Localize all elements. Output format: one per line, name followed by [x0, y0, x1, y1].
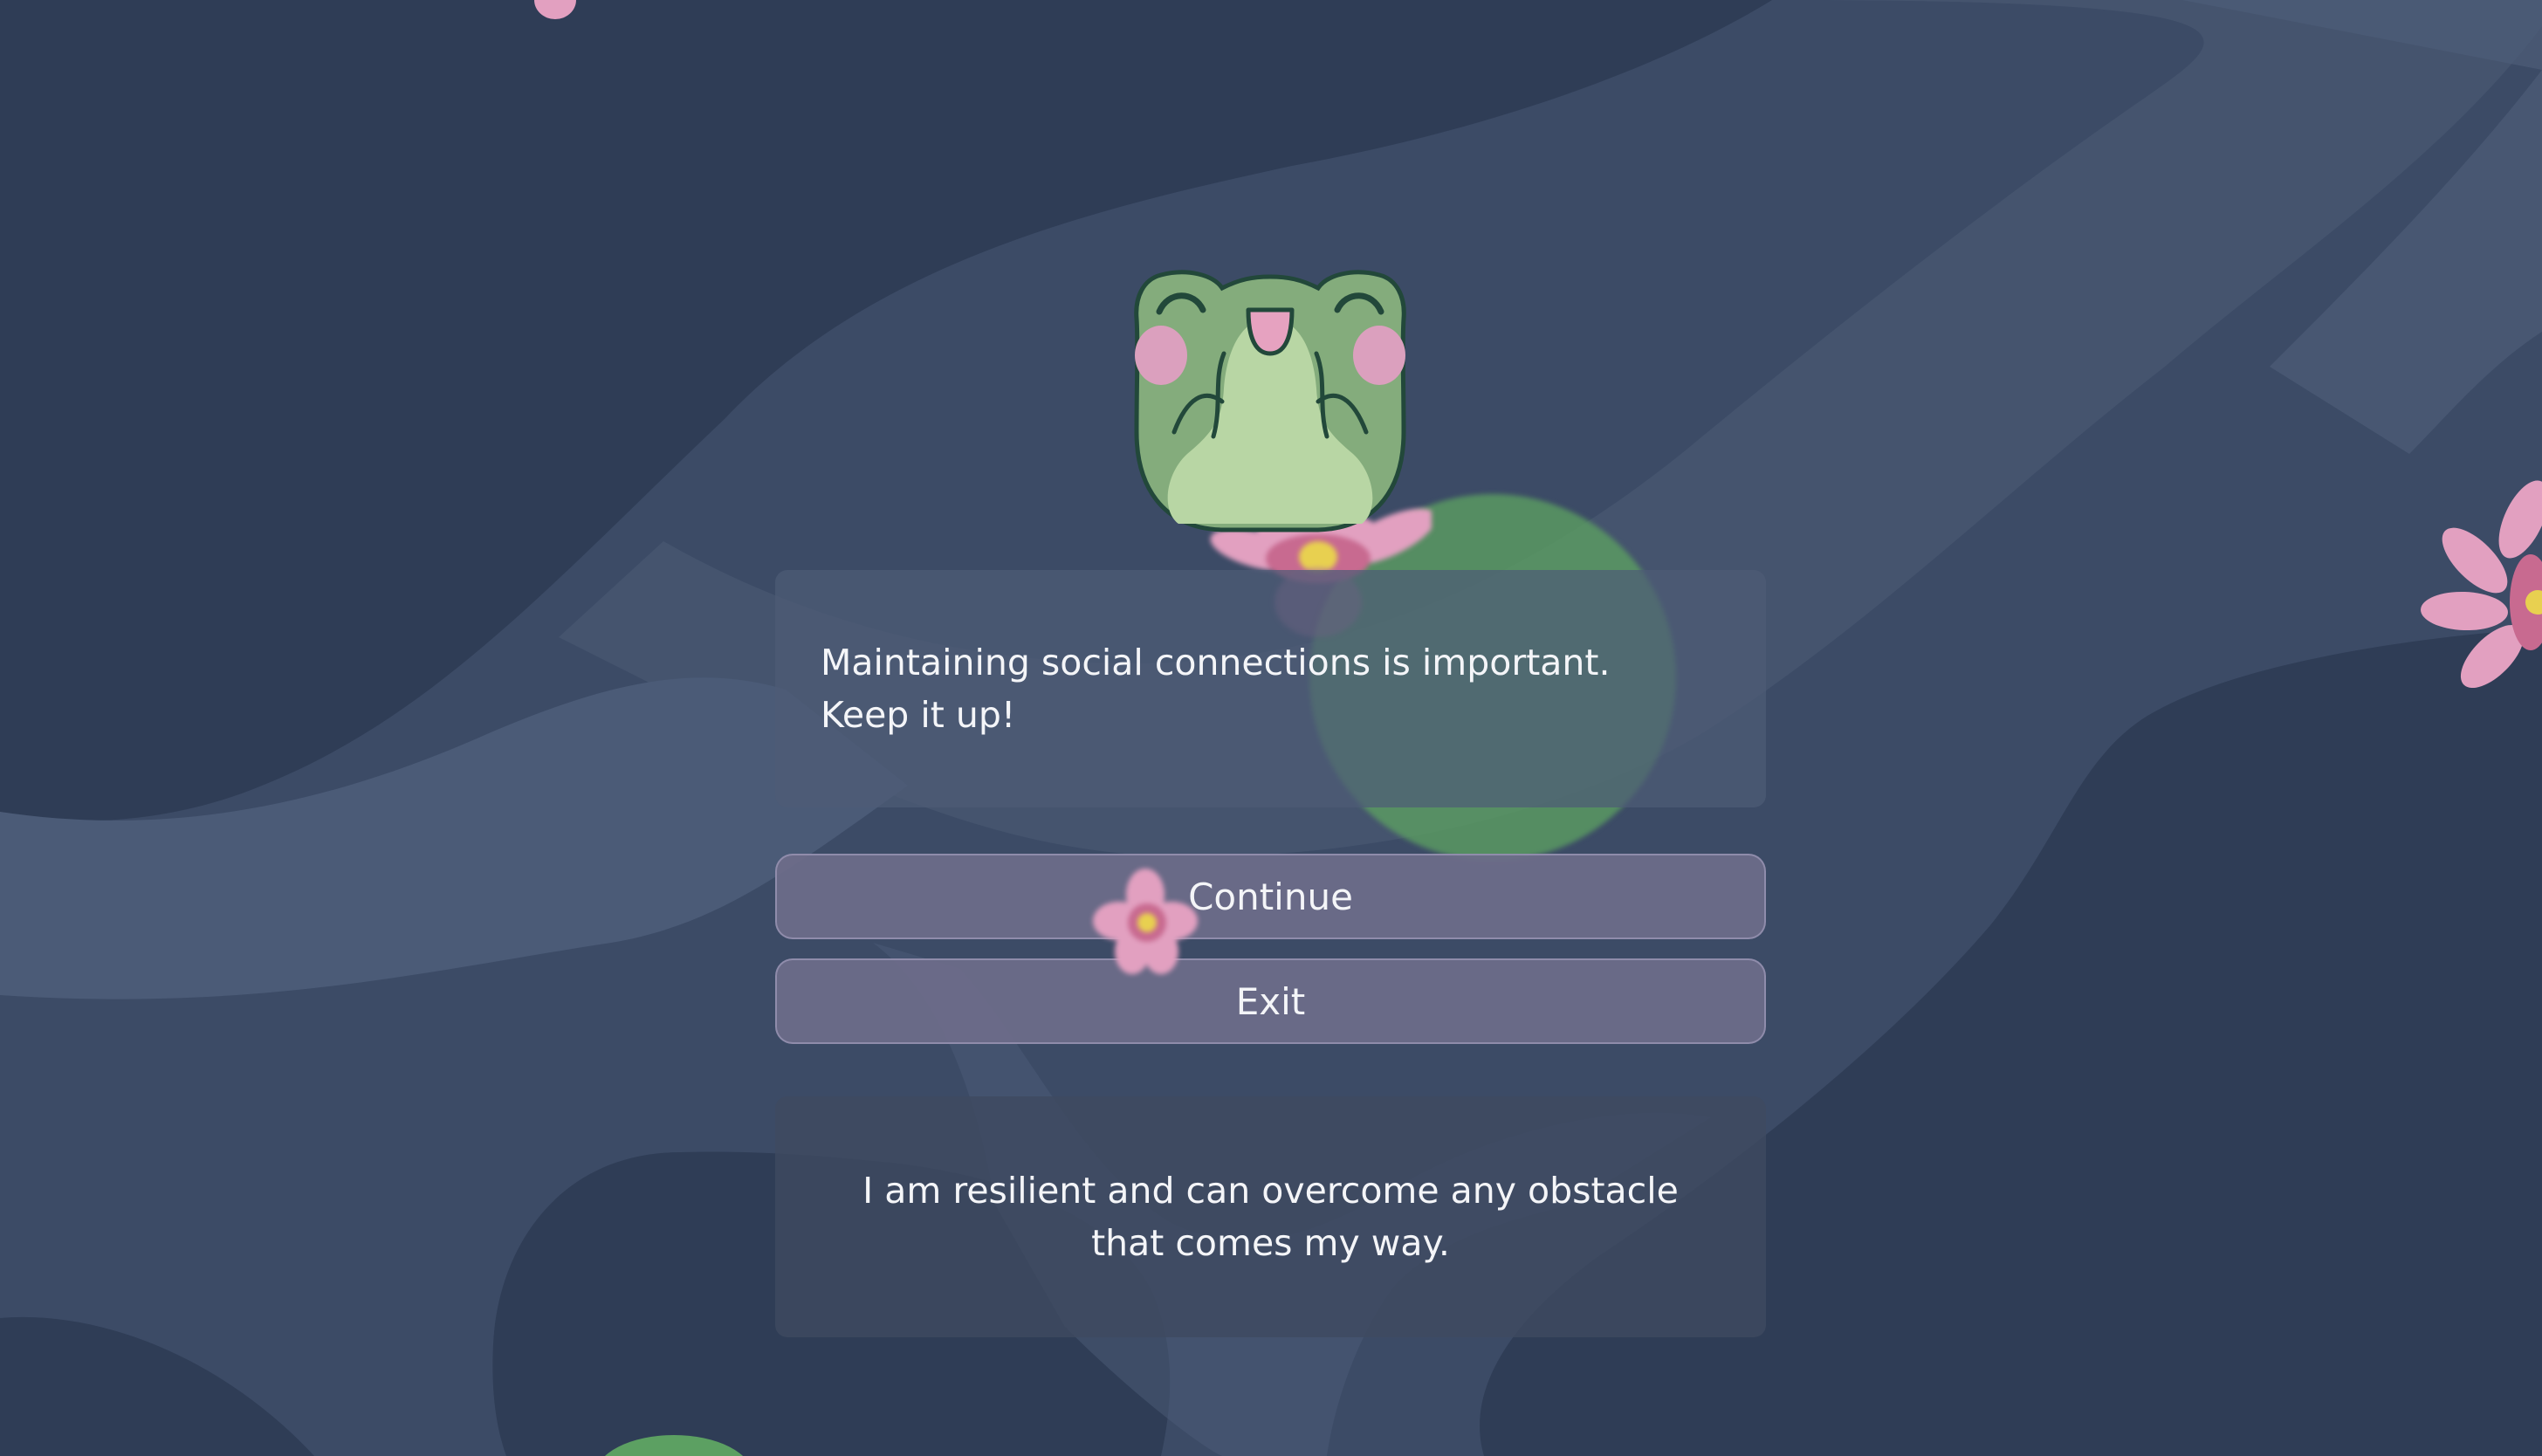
continue-button[interactable]: Continue [775, 854, 1766, 939]
affirmation-panel: I am resilient and can overcome any obst… [775, 1096, 1766, 1337]
message-text: Maintaining social connections is import… [821, 642, 1611, 736]
exit-button[interactable]: Exit [775, 958, 1766, 1044]
exit-button-label: Exit [1235, 979, 1306, 1023]
frog-mascot-icon [1134, 270, 1406, 532]
continue-button-label: Continue [1188, 875, 1353, 918]
game-screen: Maintaining social connections is import… [0, 0, 2542, 1456]
message-panel: Maintaining social connections is import… [775, 570, 1766, 807]
lotus-flower-icon [1093, 869, 1198, 974]
affirmation-text: I am resilient and can overcome any obst… [862, 1170, 1679, 1264]
